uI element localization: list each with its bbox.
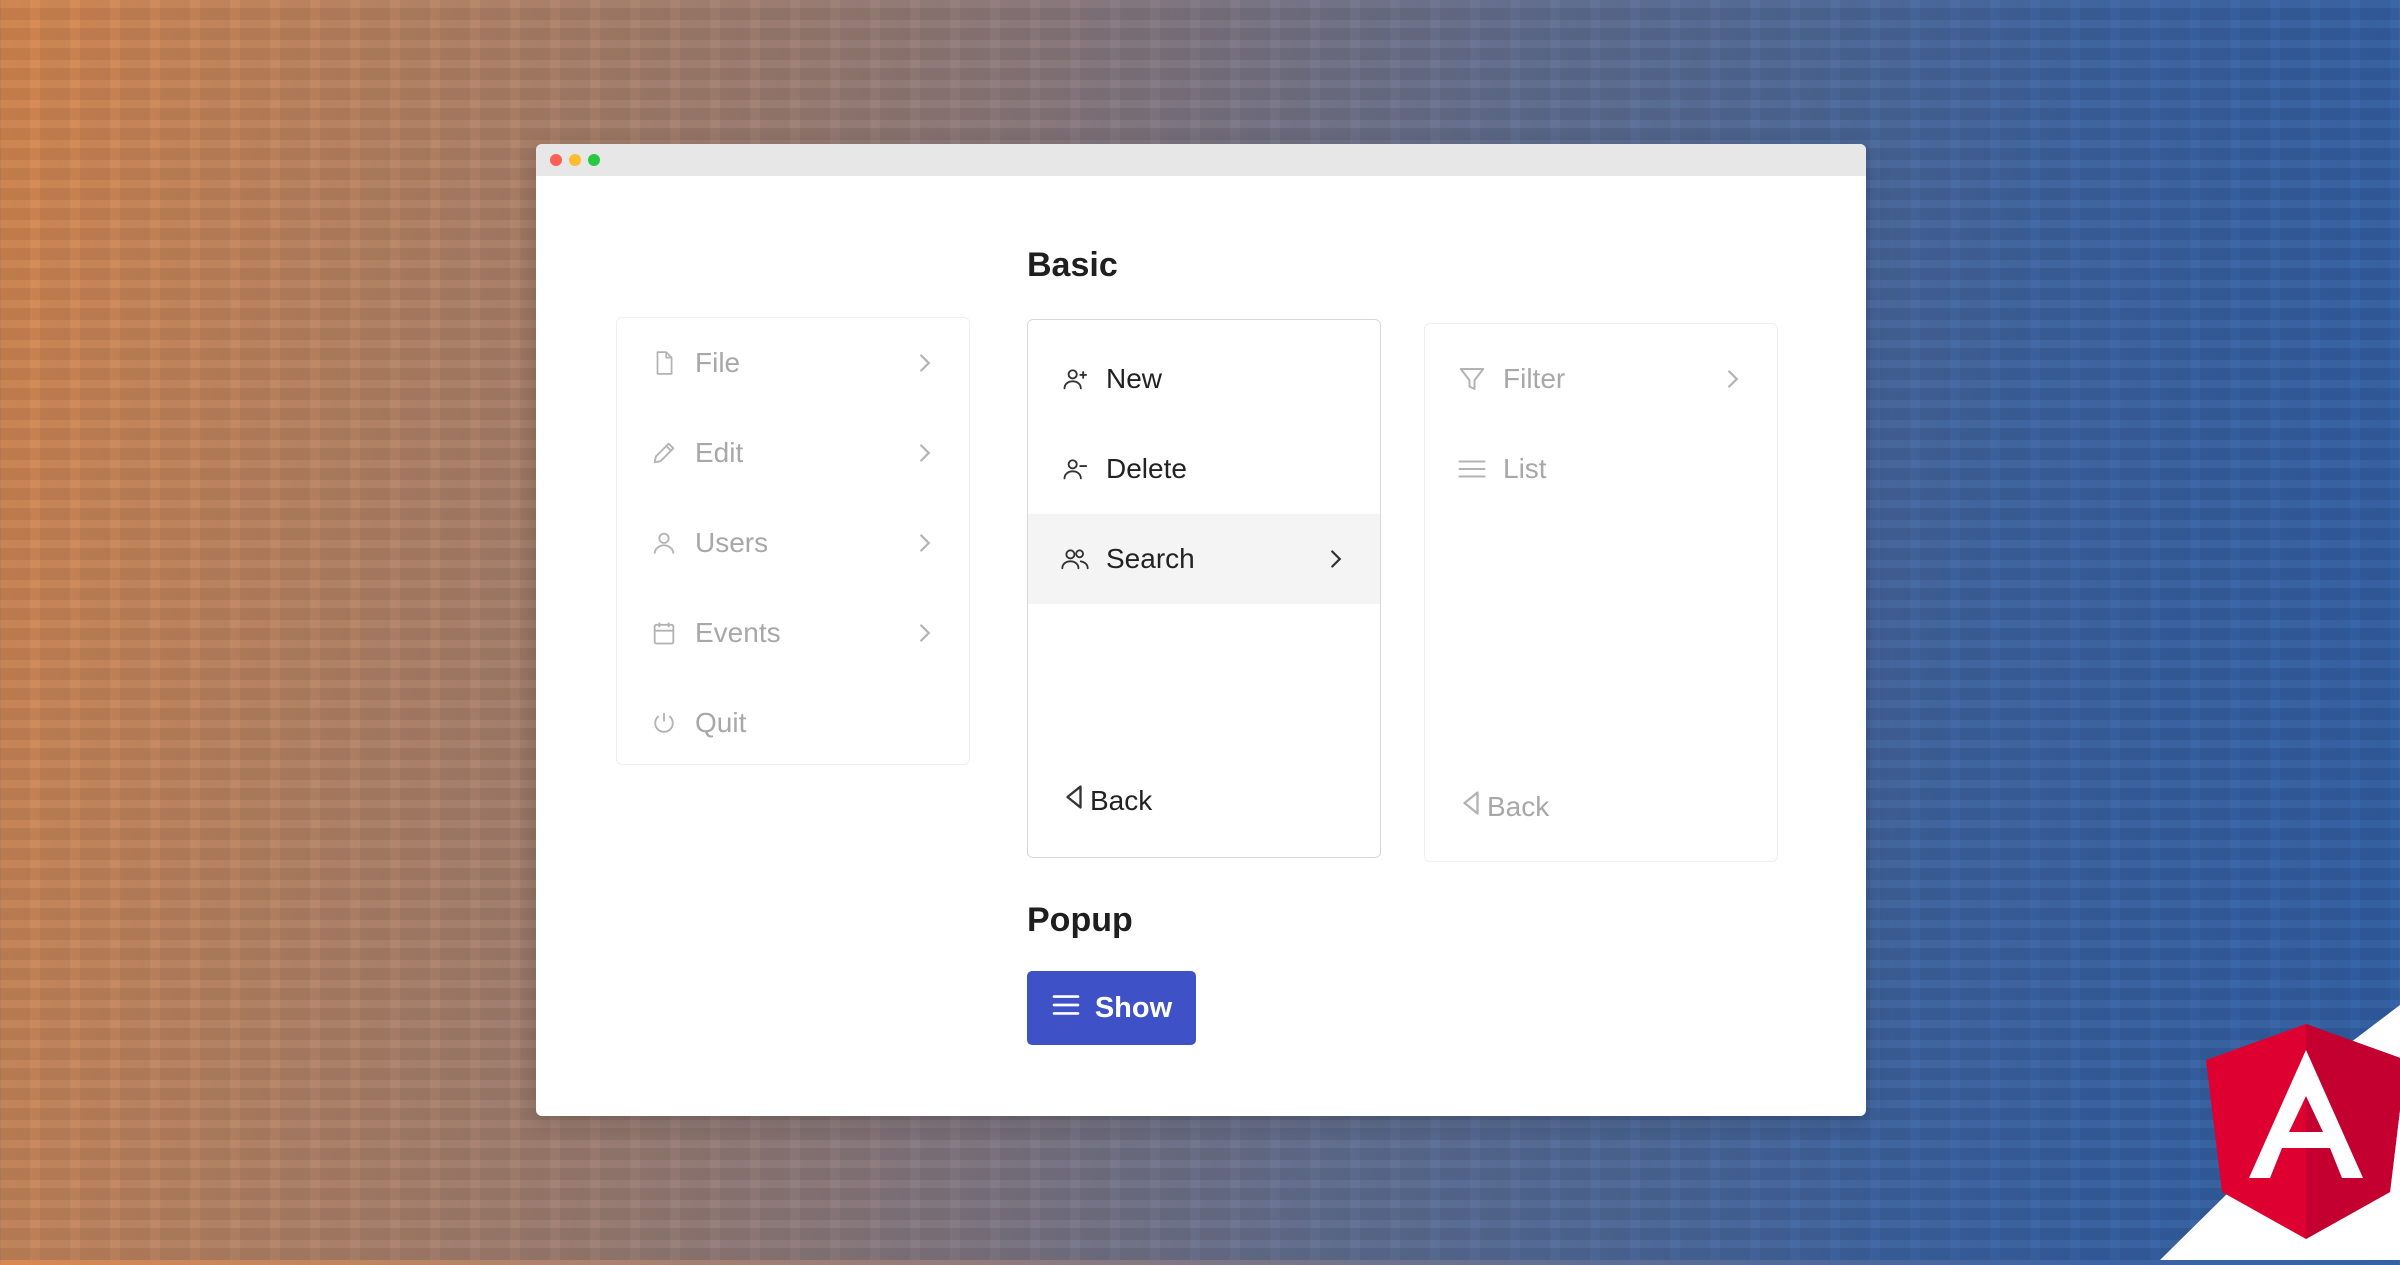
menu-item-label: Users (695, 527, 769, 558)
back-button[interactable]: Back (1064, 784, 1152, 817)
menu-item-label: Delete (1106, 453, 1187, 484)
menu-item-users[interactable]: Users (617, 498, 969, 588)
tiered-menu-level2: New Delete Search Back (1027, 319, 1381, 858)
popup-heading: Popup (1027, 901, 1133, 939)
users-icon (1060, 544, 1090, 574)
list-icon (1457, 454, 1487, 484)
menu-item-quit[interactable]: Quit (617, 678, 969, 768)
menu-item-search[interactable]: Search (1028, 514, 1380, 604)
menu-item-label: Quit (695, 707, 747, 738)
menu-item-file[interactable]: File (617, 318, 969, 408)
menu-item-label: File (695, 347, 741, 378)
bars-icon (1051, 992, 1081, 1025)
menu-item-label: Events (695, 617, 781, 648)
browser-window: Basic File Edit Users Events Quit New De… (536, 144, 1866, 1116)
back-button[interactable]: Back (1461, 790, 1549, 823)
pencil-icon (649, 438, 679, 468)
maximize-window-dot[interactable] (588, 154, 600, 166)
basic-heading: Basic (1027, 246, 1118, 284)
minimize-window-dot[interactable] (569, 154, 581, 166)
filter-icon (1457, 364, 1487, 394)
tiered-menu-level1: File Edit Users Events Quit (616, 317, 970, 765)
chevron-right-icon (1328, 549, 1348, 569)
show-button-label: Show (1094, 991, 1173, 1024)
chevron-right-icon (917, 623, 937, 643)
menu-item-label: Edit (695, 437, 744, 468)
chevron-right-icon (917, 443, 937, 463)
tiered-menu-level3: Filter List Back (1424, 323, 1778, 862)
chevron-right-icon (917, 353, 937, 373)
calendar-icon (649, 618, 679, 648)
user-plus-icon (1060, 364, 1090, 394)
window-titlebar (536, 144, 1866, 176)
caret-left-icon (1064, 784, 1084, 817)
user-minus-icon (1060, 454, 1090, 484)
chevron-right-icon (1725, 369, 1745, 389)
back-label: Back (1487, 790, 1550, 822)
menu-item-label: Search (1106, 543, 1195, 574)
show-popup-button[interactable]: Show (1027, 971, 1196, 1045)
menu-item-label: Filter (1503, 363, 1566, 394)
user-icon (649, 528, 679, 558)
file-icon (649, 348, 679, 378)
angular-logo (2100, 960, 2400, 1260)
power-icon (649, 708, 679, 738)
menu-item-edit[interactable]: Edit (617, 408, 969, 498)
chevron-right-icon (917, 533, 937, 553)
menu-item-filter[interactable]: Filter (1425, 334, 1777, 424)
menu-item-label: List (1503, 453, 1547, 484)
close-window-dot[interactable] (550, 154, 562, 166)
menu-item-new[interactable]: New (1028, 334, 1380, 424)
menu-item-label: New (1106, 363, 1163, 394)
menu-item-delete[interactable]: Delete (1028, 424, 1380, 514)
back-label: Back (1090, 784, 1153, 816)
menu-item-events[interactable]: Events (617, 588, 969, 678)
menu-item-list[interactable]: List (1425, 424, 1777, 514)
caret-left-icon (1461, 790, 1481, 823)
